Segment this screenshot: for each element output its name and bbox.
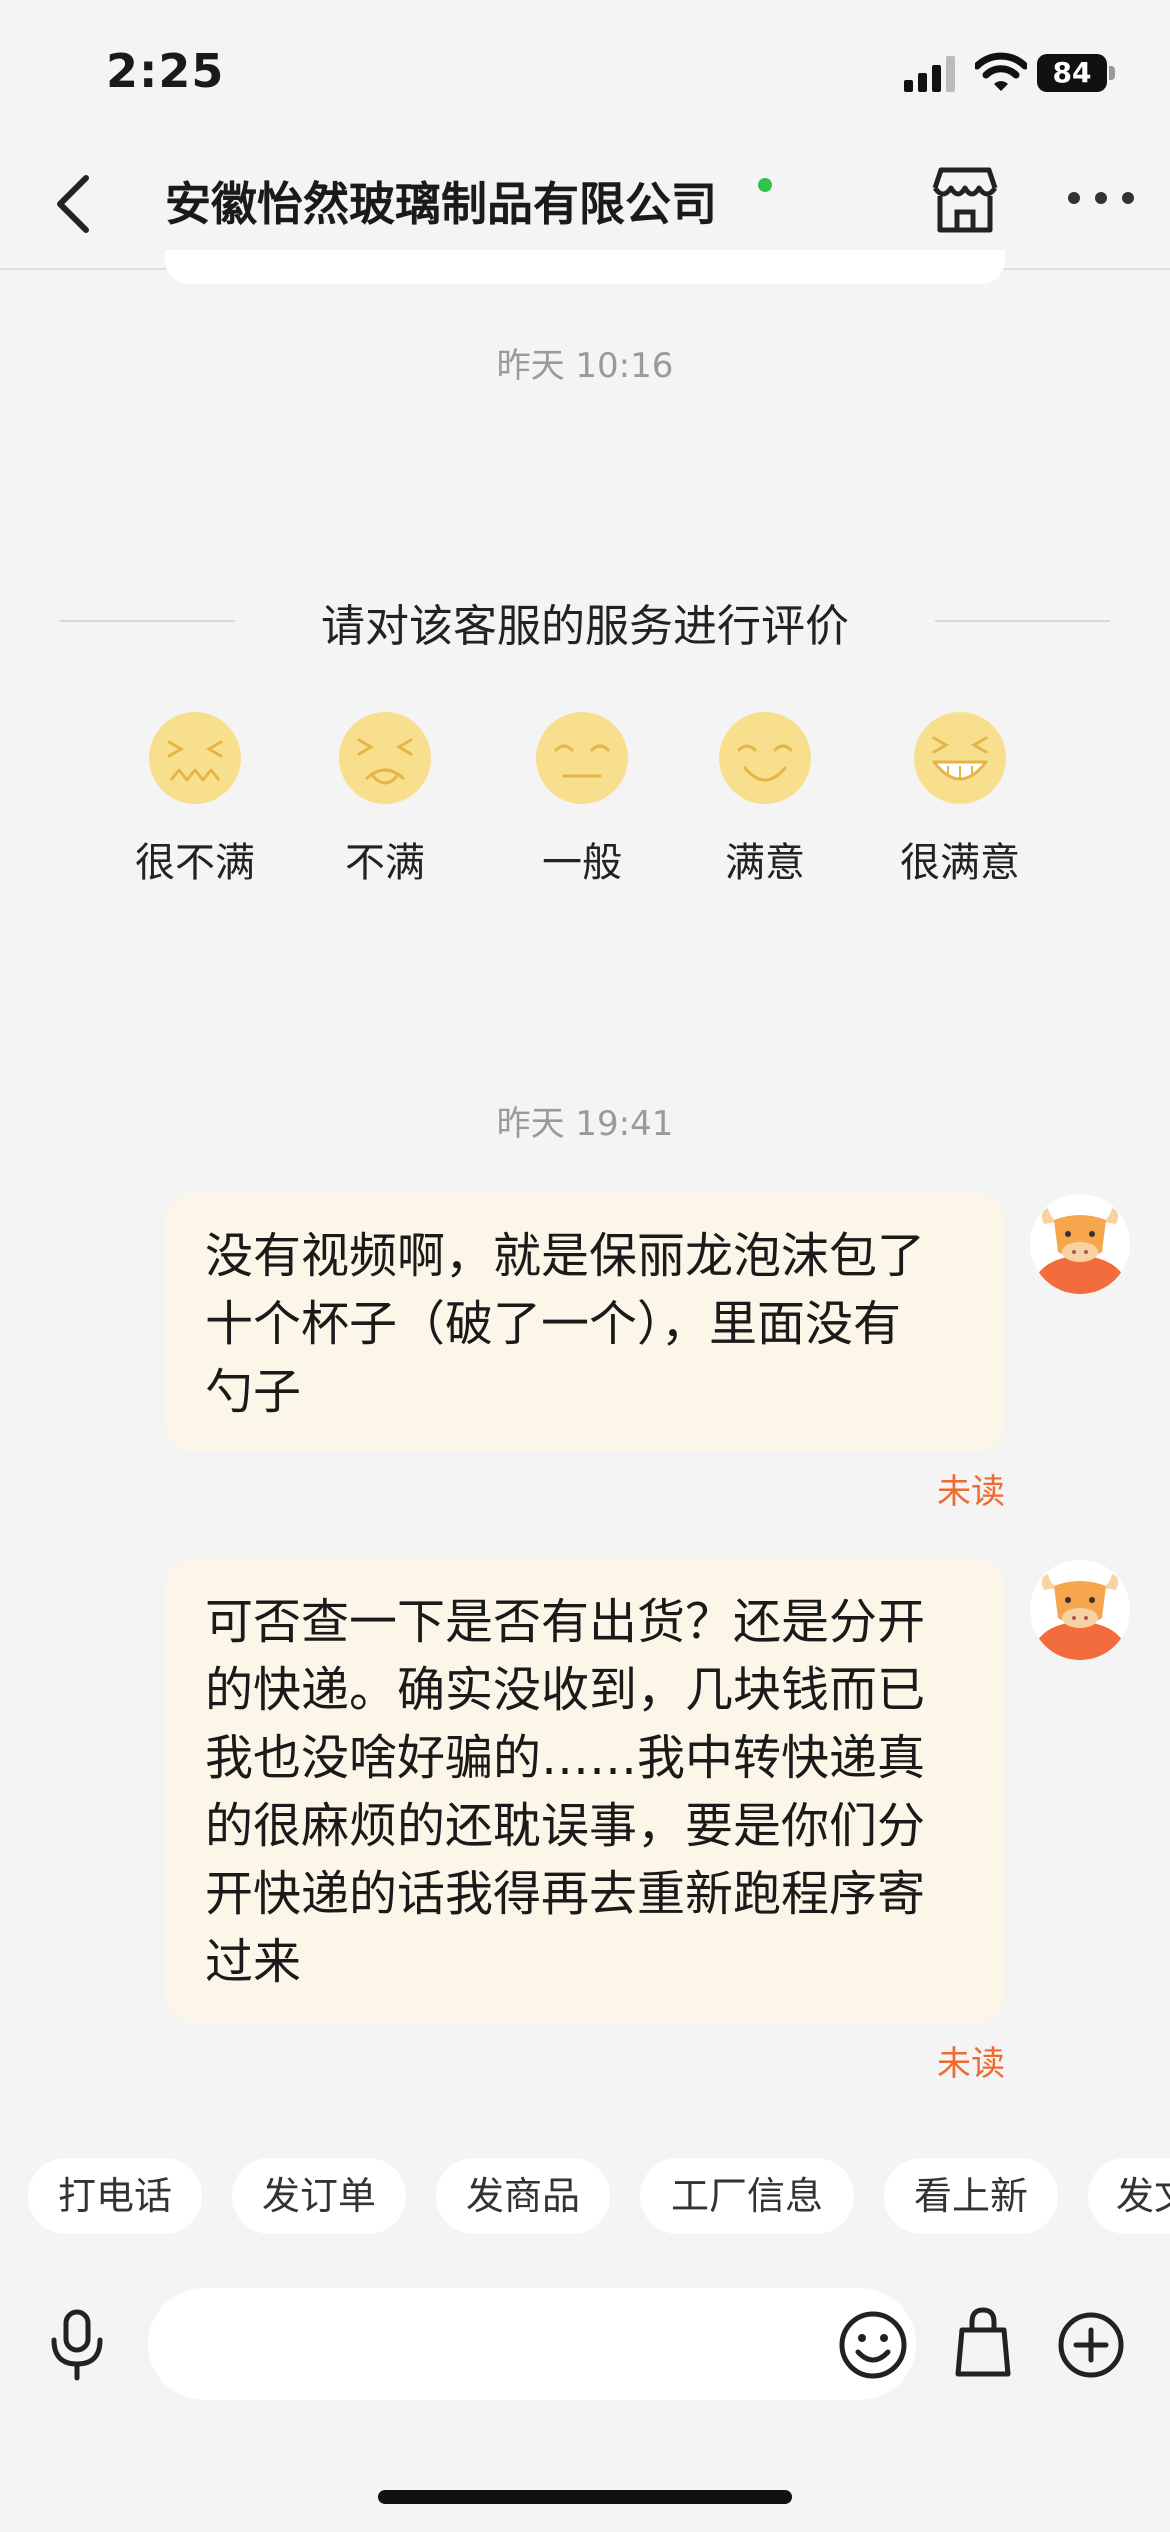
message-line: 没有视频啊，就是保丽龙泡沫包了 (205, 1228, 926, 1284)
message-line: 的快递。确实没收到，几块钱而已 (205, 1662, 926, 1718)
chip-send-product[interactable]: 发商品 (436, 2158, 610, 2234)
cellular-signal-icon (904, 56, 955, 92)
message-line: 十个杯子（破了一个），里面没有 (205, 1296, 902, 1352)
shop-icon[interactable] (925, 160, 1005, 240)
chat-screen: 2:25 84 安徽怡然玻璃制品有限公司 昨天 10:16 请对该客服的服务进行… (0, 0, 1170, 2532)
chip-factory-info[interactable]: 工厂信息 (640, 2158, 854, 2234)
home-indicator (378, 2490, 792, 2504)
dissatisfied-face-icon (339, 712, 431, 804)
back-arrow-icon[interactable] (50, 172, 96, 236)
unread-status: 未读 (937, 2044, 1005, 2084)
shopping-bag-icon[interactable] (954, 2306, 1012, 2378)
wifi-icon (975, 52, 1027, 91)
chip-send-text[interactable]: 发文 (1088, 2158, 1170, 2234)
online-status-dot (758, 178, 772, 192)
previous-message-card (165, 250, 1005, 284)
unread-status: 未读 (937, 1472, 1005, 1512)
divider (935, 620, 1110, 622)
emoji-icon[interactable] (838, 2310, 908, 2380)
message-line: 的很麻烦的还耽误事，要是你们分 (205, 1798, 926, 1854)
message-bubble[interactable]: 没有视频啊，就是保丽龙泡沫包了 十个杯子（破了一个），里面没有 勺子 (165, 1194, 1005, 1452)
rating-label: 很不满 (135, 840, 255, 886)
rating-very-dissatisfied[interactable]: 很不满 (95, 710, 295, 888)
avatar[interactable] (1030, 1194, 1130, 1294)
battery-level: 84 (1052, 56, 1092, 89)
chip-new-arrivals[interactable]: 看上新 (884, 2158, 1058, 2234)
timestamp: 昨天 10:16 (496, 346, 674, 386)
microphone-icon[interactable] (48, 2308, 106, 2382)
message-input[interactable] (148, 2288, 916, 2400)
rating-label: 很满意 (900, 840, 1020, 886)
plus-icon[interactable] (1058, 2312, 1124, 2378)
message-line: 可否查一下是否有出货？还是分开 (205, 1594, 926, 1650)
message-bubble[interactable]: 可否查一下是否有出货？还是分开 的快递。确实没收到，几块钱而已 我也没啥好骗的…… (165, 1560, 1005, 2022)
status-bar: 2:25 84 (0, 0, 1170, 140)
rating-neutral[interactable]: 一般 (482, 710, 682, 888)
rating-label: 不满 (345, 840, 425, 886)
chip-call[interactable]: 打电话 (28, 2158, 202, 2234)
rating-title: 请对该客服的服务进行评价 (321, 601, 849, 652)
very-satisfied-face-icon (914, 712, 1006, 804)
rating-label: 一般 (542, 840, 622, 886)
quick-reply-bar: 打电话 发订单 发商品 工厂信息 看上新 发文 (0, 2158, 1170, 2234)
timestamp: 昨天 19:41 (496, 1104, 674, 1144)
satisfied-face-icon (719, 712, 811, 804)
neutral-face-icon (536, 712, 628, 804)
message-line: 开快递的话我得再去重新跑程序寄 (205, 1866, 926, 1922)
rating-very-satisfied[interactable]: 很满意 (860, 710, 1060, 888)
status-time: 2:25 (106, 44, 225, 98)
more-options-icon[interactable] (1068, 192, 1134, 208)
rating-label: 满意 (725, 840, 805, 886)
rating-dissatisfied[interactable]: 不满 (285, 710, 485, 888)
avatar[interactable] (1030, 1560, 1130, 1660)
rating-satisfied[interactable]: 满意 (665, 710, 865, 888)
chip-send-order[interactable]: 发订单 (232, 2158, 406, 2234)
very-dissatisfied-face-icon (149, 712, 241, 804)
message-line: 过来 (205, 1934, 302, 1990)
message-line: 勺子 (205, 1364, 302, 1420)
message-line: 我也没啥好骗的……我中转快递真 (205, 1730, 926, 1786)
chat-title: 安徽怡然玻璃制品有限公司 (165, 177, 717, 231)
battery-icon: 84 (1037, 54, 1115, 92)
